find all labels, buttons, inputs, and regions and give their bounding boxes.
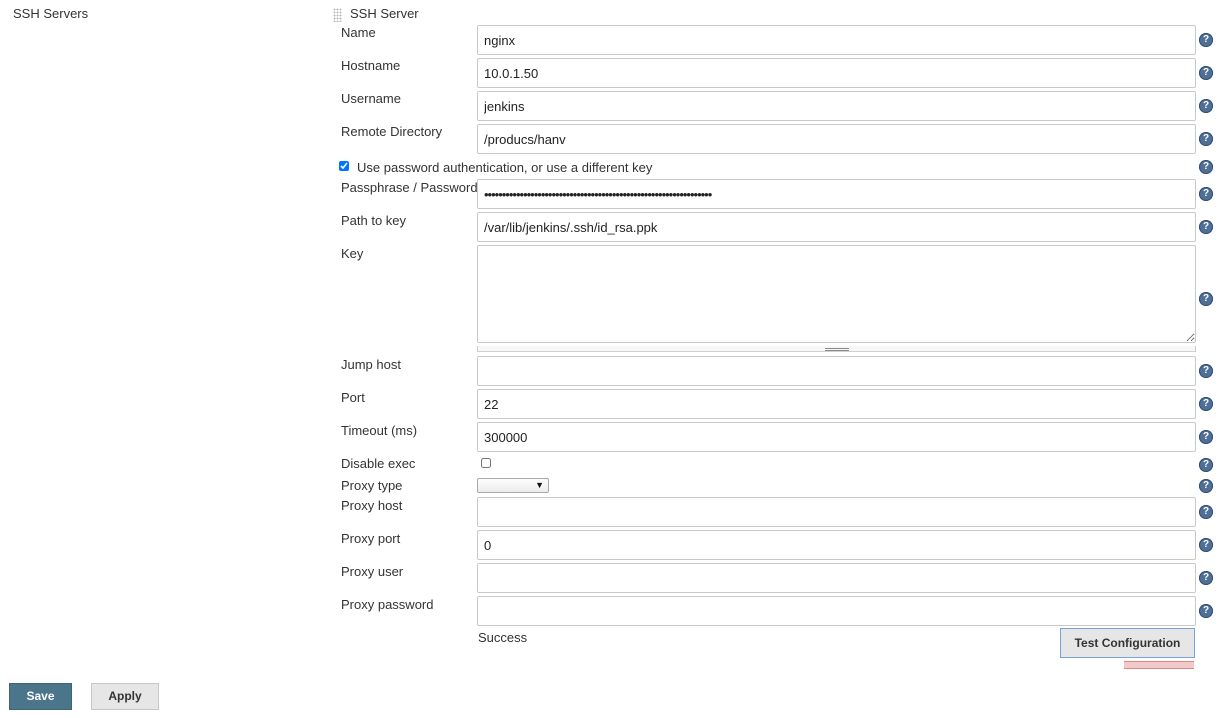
- test-configuration-button[interactable]: Test Configuration: [1060, 628, 1195, 658]
- disable-exec-label: Disable exec: [341, 456, 416, 471]
- help-icon[interactable]: ?: [1199, 33, 1213, 47]
- server-title: SSH Server: [350, 6, 419, 21]
- proxy-password-input[interactable]: [477, 596, 1196, 626]
- test-status-text: Success: [478, 630, 528, 645]
- drag-handle-icon[interactable]: [333, 8, 342, 22]
- help-icon[interactable]: ?: [1199, 538, 1213, 552]
- help-icon[interactable]: ?: [1199, 479, 1213, 493]
- save-button[interactable]: Save: [9, 683, 72, 710]
- help-icon[interactable]: ?: [1199, 397, 1213, 411]
- proxy-password-label: Proxy password: [341, 597, 434, 612]
- path-to-key-label: Path to key: [341, 213, 407, 228]
- timeout-label: Timeout (ms): [341, 423, 418, 438]
- help-icon[interactable]: ?: [1199, 66, 1213, 80]
- help-icon[interactable]: ?: [1199, 220, 1213, 234]
- proxy-port-label: Proxy port: [341, 531, 401, 546]
- proxy-type-select[interactable]: ▼: [477, 478, 549, 493]
- help-icon[interactable]: ?: [1199, 364, 1213, 378]
- name-input[interactable]: [477, 25, 1196, 55]
- proxy-user-input[interactable]: [477, 563, 1196, 593]
- use-password-auth-label: Use password authentication, or use a di…: [357, 160, 653, 175]
- proxy-type-label: Proxy type: [341, 478, 403, 493]
- dropdown-arrow-icon: ▼: [535, 480, 544, 490]
- help-icon[interactable]: ?: [1199, 187, 1213, 201]
- remote-directory-label: Remote Directory: [341, 124, 443, 139]
- help-icon[interactable]: ?: [1199, 571, 1213, 585]
- apply-button[interactable]: Apply: [91, 683, 159, 710]
- textarea-resize-handle[interactable]: [477, 346, 1196, 352]
- proxy-port-input[interactable]: [477, 530, 1196, 560]
- help-icon[interactable]: ?: [1199, 505, 1213, 519]
- username-input[interactable]: [477, 91, 1196, 121]
- username-label: Username: [341, 91, 401, 106]
- help-icon[interactable]: ?: [1199, 160, 1213, 174]
- key-label: Key: [341, 246, 364, 261]
- key-textarea[interactable]: [477, 245, 1196, 343]
- hostname-label: Hostname: [341, 58, 401, 73]
- proxy-user-label: Proxy user: [341, 564, 404, 579]
- help-icon[interactable]: ?: [1199, 292, 1213, 306]
- proxy-host-input[interactable]: [477, 497, 1196, 527]
- path-to-key-input[interactable]: [477, 212, 1196, 242]
- port-input[interactable]: [477, 389, 1196, 419]
- help-icon[interactable]: ?: [1199, 430, 1213, 444]
- proxy-host-label: Proxy host: [341, 498, 403, 513]
- jump-host-input[interactable]: [477, 356, 1196, 386]
- help-icon[interactable]: ?: [1199, 99, 1213, 113]
- jump-host-label: Jump host: [341, 357, 401, 372]
- remote-directory-input[interactable]: [477, 124, 1196, 154]
- use-password-auth-checkbox[interactable]: [339, 161, 349, 171]
- timeout-input[interactable]: [477, 422, 1196, 452]
- help-icon[interactable]: ?: [1199, 132, 1213, 146]
- disable-exec-checkbox[interactable]: [481, 458, 491, 468]
- help-icon[interactable]: ?: [1199, 458, 1213, 472]
- port-label: Port: [341, 390, 365, 405]
- passphrase-input[interactable]: [477, 179, 1196, 209]
- hostname-input[interactable]: [477, 58, 1196, 88]
- passphrase-label: Passphrase / Password: [341, 180, 478, 195]
- test-progress-bar: [1124, 661, 1194, 669]
- section-title: SSH Servers: [13, 6, 89, 21]
- help-icon[interactable]: ?: [1199, 604, 1213, 618]
- name-label: Name: [341, 25, 376, 40]
